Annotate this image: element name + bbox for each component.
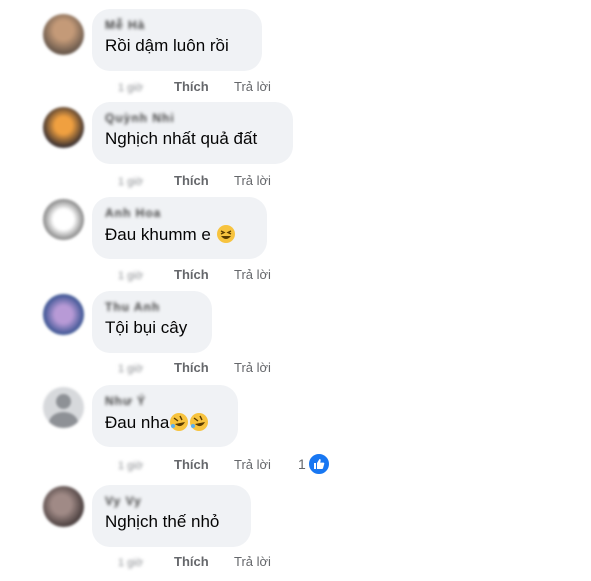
comment-time[interactable]: 1 giờ [118, 82, 158, 94]
reply-button[interactable]: Trả lời [234, 173, 271, 188]
reply-button[interactable]: Trả lời [234, 360, 271, 375]
comment-actions: 1 giờ Thích Trả lời [118, 554, 271, 569]
like-button[interactable]: Thích [174, 79, 218, 94]
comment-actions: 1 giờ Thích Trả lời [118, 267, 271, 282]
avatar[interactable] [43, 107, 84, 148]
avatar[interactable] [43, 387, 84, 428]
reaction-summary[interactable]: 1 [298, 453, 330, 475]
comment-bubble: Vy Vy Nghịch thế nhỏ [92, 485, 251, 547]
comment-text: Nghịch nhất quả đất [105, 129, 258, 148]
reply-button[interactable]: Trả lời [234, 457, 271, 472]
comment-time[interactable]: 1 giờ [118, 176, 158, 188]
reply-button[interactable]: Trả lời [234, 554, 271, 569]
comment-time[interactable]: 1 giờ [118, 557, 158, 569]
commenter-name[interactable]: Vy Vy [105, 494, 238, 508]
comment-text: Tội bụi cây [105, 318, 188, 337]
comment-bubble: Anh Hoa Đau khumm e [92, 197, 267, 259]
comment-bubble: Quỳnh Nhi Nghịch nhất quả đất [92, 102, 293, 164]
commenter-name[interactable]: Anh Hoa [105, 206, 254, 220]
like-button[interactable]: Thích [174, 173, 218, 188]
commenter-name[interactable]: Thu Anh [105, 300, 199, 314]
comment-time[interactable]: 1 giờ [118, 460, 158, 472]
like-button[interactable]: Thích [174, 457, 218, 472]
reply-button[interactable]: Trả lời [234, 267, 271, 282]
avatar[interactable] [43, 199, 84, 240]
commenter-name[interactable]: Quỳnh Nhi [105, 111, 280, 125]
comment-bubble: Mễ Hà Rồi dậm luôn rồi [92, 9, 262, 71]
like-icon [307, 453, 330, 475]
comment-text: Đau khumm e [105, 224, 254, 249]
grinning-squint-emoji [216, 224, 236, 249]
like-button[interactable]: Thích [174, 554, 218, 569]
commenter-name[interactable]: Mễ Hà [105, 18, 249, 32]
comment-bubble: Thu Anh Tội bụi cây [92, 291, 212, 353]
comment-time[interactable]: 1 giờ [118, 270, 158, 282]
rolling-laughing-emoji [169, 412, 209, 437]
like-button[interactable]: Thích [174, 267, 218, 282]
comment-bubble: Như Ý Đau nha [92, 385, 238, 447]
comment-time[interactable]: 1 giờ [118, 363, 158, 375]
comment-actions: 1 giờ Thích Trả lời [118, 360, 271, 375]
comment-actions: 1 giờ Thích Trả lời [118, 457, 271, 472]
comment-actions: 1 giờ Thích Trả lời [118, 79, 271, 94]
comment-actions: 1 giờ Thích Trả lời [118, 173, 271, 188]
avatar[interactable] [43, 294, 84, 335]
comment-text: Nghịch thế nhỏ [105, 512, 220, 531]
like-button[interactable]: Thích [174, 360, 218, 375]
commenter-name[interactable]: Như Ý [105, 394, 225, 408]
avatar[interactable] [43, 14, 84, 55]
comment-text: Đau nha [105, 412, 225, 437]
comment-text: Rồi dậm luôn rồi [105, 36, 229, 55]
avatar[interactable] [43, 486, 84, 527]
reply-button[interactable]: Trả lời [234, 79, 271, 94]
reaction-count: 1 [298, 456, 306, 472]
